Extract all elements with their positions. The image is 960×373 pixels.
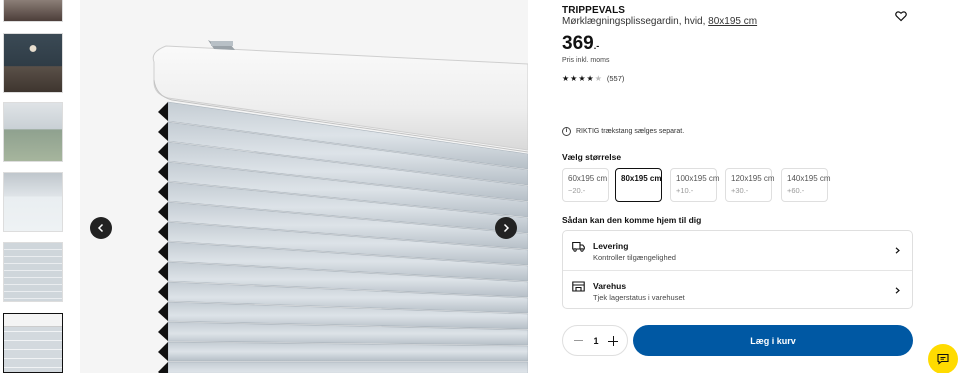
truck-icon: [572, 241, 585, 252]
size-option-120x195[interactable]: 120x195 cm +30.-: [725, 168, 775, 202]
store-icon: [572, 281, 585, 292]
plus-icon[interactable]: [608, 336, 618, 346]
size-option-100x195[interactable]: 100x195 cm +10.-: [670, 168, 720, 202]
size-price-delta: +30.-: [731, 186, 749, 195]
rating[interactable]: ★ ★ ★ ★ ★ (557): [562, 74, 624, 83]
size-option-60x195[interactable]: 60x195 cm −20.-: [562, 168, 609, 202]
product-name: TRIPPEVALS: [562, 5, 626, 16]
notice-text: RIKTIG trækstang sælges separat.: [576, 128, 685, 135]
price-note: Pris inkl. moms: [562, 57, 610, 64]
size-price-delta: +10.-: [676, 186, 694, 195]
thumbnail-headrail-closeup[interactable]: [3, 313, 63, 373]
next-image-button[interactable]: [495, 217, 517, 239]
chat-button[interactable]: [928, 344, 958, 373]
delivery-section-title: Sådan kan den komme hjem til dig: [562, 215, 702, 225]
chevron-right-icon: [895, 247, 900, 254]
delivery-option-varehus[interactable]: Varehus Tjek lagerstatus i varehuset: [563, 270, 912, 308]
size-price-delta: −20.-: [568, 186, 586, 195]
size-option-140x195[interactable]: 140x195 cm +60.-: [781, 168, 831, 202]
previous-image-button[interactable]: [90, 217, 112, 239]
price-value: 369: [562, 33, 594, 54]
thumbnail-pleat-closeup[interactable]: [3, 242, 63, 302]
main-product-image: [80, 0, 528, 373]
product-description-text: Mørklægningsplissegardin, hvid,: [562, 16, 709, 27]
star-icon: ★: [586, 73, 594, 83]
product-description: Mørklægningsplissegardin, hvid, 80x195 c…: [562, 16, 757, 27]
chevron-left-icon: [97, 223, 104, 233]
thumbnail-bedroom[interactable]: [3, 0, 63, 22]
price-suffix: .-: [593, 41, 600, 51]
star-icon: ★: [570, 73, 578, 83]
rating-count: (557): [606, 74, 625, 83]
size-link[interactable]: 80x195 cm: [708, 16, 757, 27]
thumbnail-dark-room[interactable]: [3, 33, 63, 93]
chevron-right-icon: [895, 287, 900, 294]
size-option-80x195[interactable]: 80x195 cm: [615, 168, 662, 202]
heart-icon[interactable]: [895, 10, 907, 22]
delivery-option-subtitle: Kontroller tilgængelighed: [593, 253, 676, 262]
delivery-options: Levering Kontroller tilgængelighed Vareh…: [562, 230, 913, 309]
star-icon: ★: [562, 73, 570, 83]
chat-icon: [937, 353, 949, 365]
delivery-option-title: Levering: [593, 241, 629, 251]
size-label: 80x195 cm: [621, 174, 662, 183]
size-price-delta: +60.-: [787, 186, 805, 195]
size-section-title: Vælg størrelse: [562, 152, 622, 162]
info-icon: i: [562, 127, 571, 136]
star-empty-icon: ★: [594, 73, 602, 83]
quantity-stepper: 1: [562, 325, 628, 356]
size-label: 140x195 cm: [787, 174, 831, 183]
thumbnail-pull-cord[interactable]: [3, 172, 63, 232]
star-icon: ★: [578, 73, 586, 83]
minus-icon[interactable]: [574, 340, 583, 341]
quantity-value[interactable]: 1: [592, 336, 600, 346]
add-to-cart-button[interactable]: Læg i kurv: [633, 325, 913, 356]
delivery-option-subtitle: Tjek lagerstatus i varehuset: [593, 293, 685, 302]
size-label: 120x195 cm: [731, 174, 775, 183]
size-label: 60x195 cm: [568, 174, 608, 183]
delivery-option-title: Varehus: [593, 281, 627, 291]
notice: i RIKTIG trækstang sælges separat.: [562, 127, 684, 136]
size-label: 100x195 cm: [676, 174, 720, 183]
delivery-option-levering[interactable]: Levering Kontroller tilgængelighed: [563, 231, 912, 269]
blind-illustration: [152, 40, 528, 373]
chevron-right-icon: [503, 223, 510, 233]
thumbnail-window-open[interactable]: [3, 102, 63, 162]
product-price: 369.-: [562, 33, 599, 55]
